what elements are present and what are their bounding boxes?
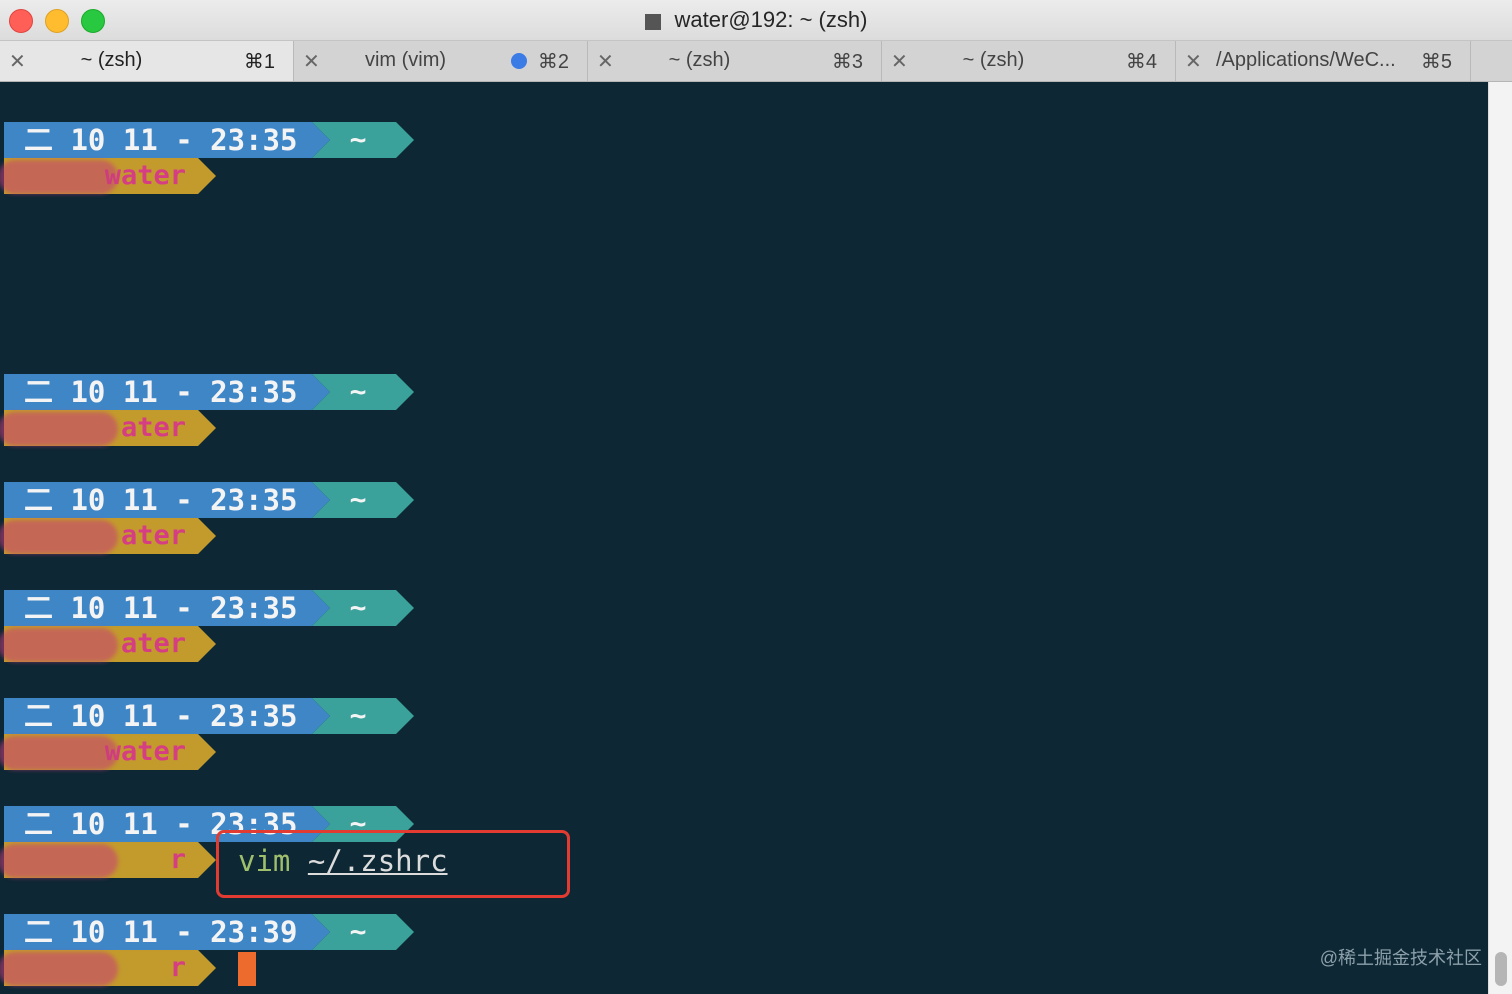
tab-shortcut: ⌘3 (831, 51, 863, 73)
redaction-smudge (0, 160, 118, 194)
redaction-smudge (0, 520, 118, 554)
tab-2[interactable]: ✕ vim (vim) ⌘2 (294, 41, 588, 81)
tab-label: ~ (zsh) (962, 49, 1025, 71)
prompt-datetime: 二 10 11 - 23:35 (4, 482, 330, 518)
tab-4[interactable]: ✕ ~ (zsh) ⌘4 (882, 41, 1176, 81)
command-highlight-box (216, 830, 570, 898)
tab-close-icon[interactable]: ✕ (1185, 49, 1202, 74)
window-title: water@192: ~ (zsh) (674, 7, 868, 32)
scrollbar-thumb[interactable] (1495, 952, 1507, 986)
prompt-datetime: 二 10 11 - 23:39 (4, 914, 330, 950)
watermark: @稀土掘金技术社区 (1319, 948, 1482, 968)
tab-label: vim (vim) (364, 49, 447, 71)
prompt-datetime: 二 10 11 - 23:35 (4, 122, 330, 158)
prompt-datetime: 二 10 11 - 23:35 (4, 698, 330, 734)
tab-label: ~ (zsh) (668, 49, 731, 71)
tab-shortcut: ⌘5 (1420, 51, 1452, 73)
tab-1[interactable]: ✕ ~ (zsh) ⌘1 (0, 41, 294, 81)
redaction-smudge (0, 952, 118, 986)
tab-label: /Applications/WeC... (1216, 49, 1396, 71)
redaction-smudge (0, 844, 118, 878)
tab-shortcut: ⌘2 (537, 51, 569, 73)
tab-close-icon[interactable]: ✕ (9, 49, 26, 74)
terminal-cursor (238, 952, 256, 986)
tab-bar: ✕ ~ (zsh) ⌘1 ✕ vim (vim) ⌘2 ✕ ~ (zsh) ⌘3… (0, 41, 1512, 82)
redaction-smudge (0, 412, 118, 446)
tab-close-icon[interactable]: ✕ (303, 49, 320, 74)
tab-shortcut: ⌘1 (243, 51, 275, 73)
tab-5[interactable]: ✕ /Applications/WeC... ⌘5 (1176, 41, 1471, 81)
tab-close-icon[interactable]: ✕ (891, 49, 908, 74)
prompt-datetime: 二 10 11 - 23:35 (4, 374, 330, 410)
redaction-smudge (0, 628, 118, 662)
tab-close-icon[interactable]: ✕ (597, 49, 614, 74)
prompt-datetime: 二 10 11 - 23:35 (4, 590, 330, 626)
scrollbar[interactable] (1488, 82, 1512, 994)
tab-shortcut: ⌘4 (1125, 51, 1157, 73)
activity-dot-icon (511, 53, 527, 69)
terminal-icon (644, 14, 661, 30)
tab-3[interactable]: ✕ ~ (zsh) ⌘3 (588, 41, 882, 81)
tab-label: ~ (zsh) (80, 49, 143, 71)
redaction-smudge (0, 736, 118, 770)
title-bar: water@192: ~ (zsh) (0, 0, 1512, 41)
